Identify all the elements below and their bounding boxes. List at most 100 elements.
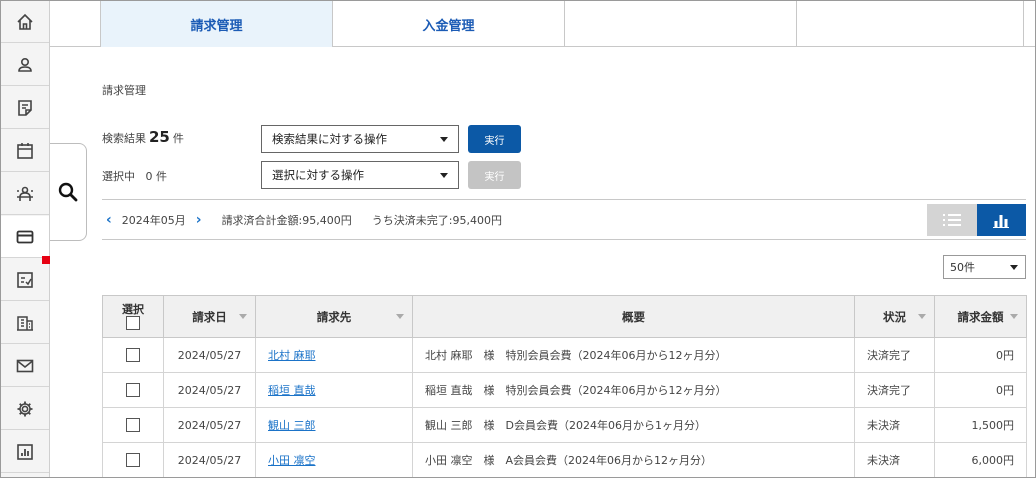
row-checkbox[interactable] — [126, 453, 140, 467]
row-amount: 0円 — [934, 372, 1027, 408]
summary-header-label: 概要 — [622, 309, 645, 324]
next-month-button[interactable]: › — [196, 212, 202, 228]
tab-payment[interactable]: 入金管理 — [333, 1, 565, 47]
prev-month-button[interactable]: ‹ — [106, 212, 112, 228]
chart-view-button[interactable] — [976, 204, 1026, 236]
row-checkbox[interactable] — [126, 418, 140, 432]
customer-header-label: 請求先 — [316, 309, 352, 324]
per-page-select[interactable]: 50件 — [943, 255, 1026, 279]
row-status: 決済完了 — [854, 372, 935, 408]
row-status: 未決済 — [854, 442, 935, 477]
tab-billing[interactable]: 請求管理 — [101, 1, 333, 47]
search-result-count: 25 — [149, 128, 170, 146]
rail-billing[interactable] — [1, 216, 49, 258]
row-amount: 0円 — [934, 337, 1027, 373]
selection-action-select[interactable]: 選択に対する操作 — [261, 161, 459, 189]
selected-unit: 件 — [156, 170, 167, 183]
select-all-checkbox[interactable] — [126, 316, 140, 331]
reception-icon — [17, 186, 33, 201]
page-title: 請求管理 — [102, 84, 146, 97]
search-panel-toggle[interactable] — [50, 143, 87, 241]
customer-link[interactable]: 小田 凛空 — [268, 454, 316, 467]
rail-home[interactable] — [1, 1, 49, 43]
billed-total: 請求済合計金額:95,400円 — [221, 214, 352, 227]
run-result-action-button[interactable]: 実行 — [468, 125, 521, 153]
top-tabs: 請求管理 入金管理 — [50, 1, 1035, 47]
row-date: 2024/05/27 — [163, 372, 256, 408]
tab-spacer — [50, 1, 101, 47]
unsettled-total: うち決済未完了:95,400円 — [371, 214, 502, 227]
card-icon — [16, 230, 34, 243]
row-status: 決済完了 — [854, 337, 935, 373]
view-toggle — [927, 204, 1026, 236]
note-icon — [18, 99, 32, 116]
tab-empty-1[interactable] — [565, 1, 797, 47]
customer-column-header[interactable]: 請求先 — [255, 295, 413, 338]
table-row: 2024/05/27 北村 麻耶 北村 麻耶 様 特別会員会費（2024年06月… — [102, 337, 1027, 373]
per-page-label: 50件 — [950, 261, 975, 274]
rail-user[interactable] — [1, 44, 49, 86]
customer-link[interactable]: 稲垣 直哉 — [268, 384, 316, 397]
divider — [102, 239, 1026, 240]
search-icon — [58, 182, 78, 202]
customer-link[interactable]: 観山 三郎 — [268, 419, 316, 432]
side-rail — [1, 1, 50, 477]
rail-report[interactable] — [1, 431, 49, 473]
row-amount: 1,500円 — [934, 407, 1027, 443]
date-column-header[interactable]: 請求日 — [163, 295, 256, 338]
table-row: 2024/05/27 小田 凛空 小田 凛空 様 A会員会費（2024年06月か… — [102, 442, 1027, 477]
table-row: 2024/05/27 観山 三郎 観山 三郎 様 D会員会費（2024年06月か… — [102, 407, 1027, 443]
amount-column-header[interactable]: 請求金額 — [934, 295, 1027, 338]
row-checkbox[interactable] — [126, 383, 140, 397]
rail-calendar[interactable] — [1, 130, 49, 172]
table-header-row: 選択 請求日 請求先 概要 状況 請求金額 — [102, 295, 1027, 338]
sort-icon — [918, 314, 926, 319]
rail-reception[interactable] — [1, 173, 49, 215]
summary-column-header: 概要 — [412, 295, 855, 338]
sort-icon — [239, 314, 247, 319]
search-result-label: 検索結果 — [102, 132, 146, 145]
calendar-icon — [17, 142, 33, 159]
customer-link[interactable]: 北村 麻耶 — [268, 349, 316, 362]
row-checkbox[interactable] — [126, 348, 140, 362]
building-icon — [17, 315, 33, 331]
month-bar: ‹ 2024年05月 › 請求済合計金額:95,400円 うち決済未完了:95,… — [102, 203, 502, 237]
billing-table: 選択 請求日 請求先 概要 状況 請求金額 2024/05/27 北村 麻耶 北… — [102, 295, 1027, 477]
checklist-icon — [17, 271, 33, 288]
gear-icon — [17, 401, 33, 416]
list-view-button[interactable] — [927, 204, 977, 236]
result-action-label: 検索結果に対する操作 — [272, 132, 387, 146]
date-header-label: 請求日 — [192, 309, 227, 324]
month-label: 2024年05月 — [121, 214, 186, 227]
chevron-down-icon — [440, 173, 448, 178]
result-action-select[interactable]: 検索結果に対する操作 — [261, 125, 459, 153]
row-date: 2024/05/27 — [163, 442, 256, 477]
row-summary: 小田 凛空 様 A会員会費（2024年06月から12ヶ月分） — [412, 442, 855, 477]
status-column-header[interactable]: 状況 — [854, 295, 935, 338]
selected-summary: 選択中 0 件 — [102, 168, 167, 184]
rail-checklist[interactable] — [1, 259, 49, 301]
select-header-label: 選択 — [122, 302, 144, 316]
rail-settings[interactable] — [1, 388, 49, 430]
search-result-summary: 検索結果 25 件 — [102, 128, 184, 146]
select-column-header: 選択 — [102, 295, 164, 338]
amount-header-label: 請求金額 — [957, 309, 1004, 324]
row-date: 2024/05/27 — [163, 407, 256, 443]
row-summary: 北村 麻耶 様 特別会員会費（2024年06月から12ヶ月分） — [412, 337, 855, 373]
sort-icon — [396, 314, 404, 319]
chevron-down-icon — [440, 137, 448, 142]
row-date: 2024/05/27 — [163, 337, 256, 373]
selected-label: 選択中 — [102, 170, 135, 183]
mail-icon — [16, 359, 34, 372]
tab-empty-2[interactable] — [797, 1, 1024, 47]
row-amount: 6,000円 — [934, 442, 1027, 477]
table-row: 2024/05/27 稲垣 直哉 稲垣 直哉 様 特別会員会費（2024年06月… — [102, 372, 1027, 408]
rail-building[interactable] — [1, 302, 49, 344]
notification-badge — [42, 256, 50, 264]
row-summary: 稲垣 直哉 様 特別会員会費（2024年06月から12ヶ月分） — [412, 372, 855, 408]
rail-mail[interactable] — [1, 345, 49, 387]
status-header-label: 状況 — [883, 309, 906, 324]
run-selection-action-button[interactable]: 実行 — [468, 161, 521, 189]
rail-note[interactable] — [1, 87, 49, 129]
home-icon — [17, 13, 33, 30]
